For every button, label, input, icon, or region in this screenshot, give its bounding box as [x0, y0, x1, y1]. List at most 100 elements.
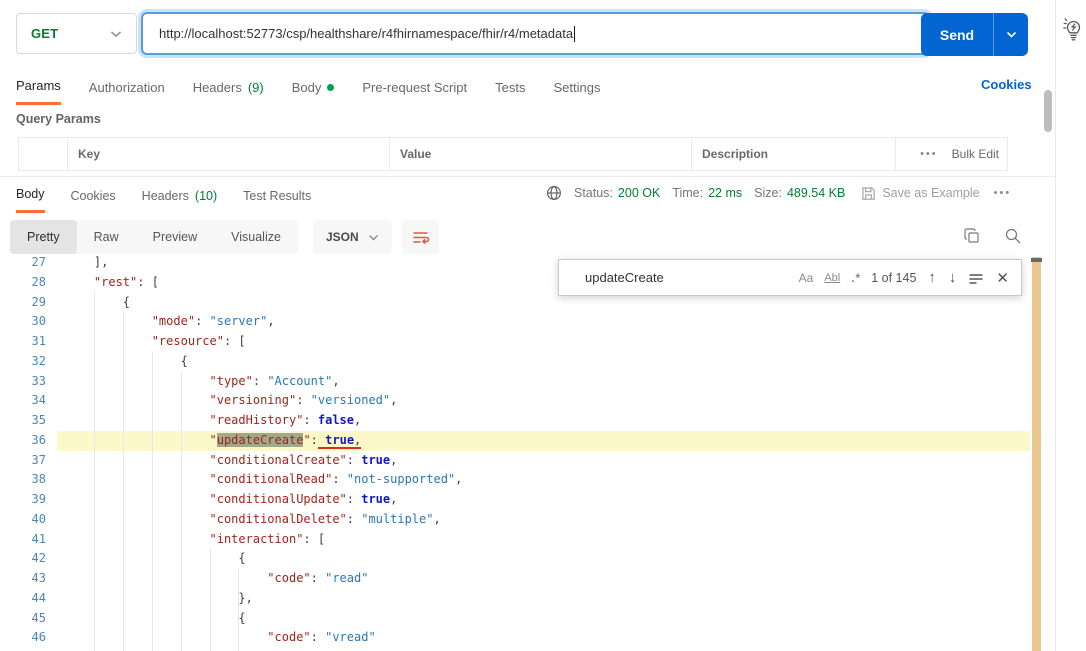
tab-settings[interactable]: Settings — [553, 72, 600, 105]
copy-response-button[interactable] — [963, 227, 981, 245]
response-headers-count-badge: (10) — [195, 189, 217, 203]
previous-match-arrow-icon[interactable]: ↑ — [928, 269, 936, 286]
close-icon[interactable]: ✕ — [996, 269, 1009, 287]
code-lines: 27 ],28 "rest": [29 {30 "mode": "server"… — [0, 255, 1030, 648]
text-caret — [574, 26, 575, 42]
response-more-options-icon[interactable]: ••• — [994, 187, 1012, 199]
line-number: 29 — [0, 293, 57, 313]
line-number: 40 — [0, 510, 57, 530]
tab-body[interactable]: Body — [292, 72, 335, 105]
line-number: 46 — [0, 628, 57, 648]
editor-scroll-position[interactable] — [1031, 258, 1042, 262]
code-line: 42 { — [0, 549, 1030, 569]
view-tab-visualize[interactable]: Visualize — [214, 220, 298, 254]
time-value: 22 ms — [708, 186, 742, 200]
match-case-toggle[interactable]: Aa — [799, 271, 814, 285]
whole-word-toggle[interactable]: Abl — [824, 272, 840, 284]
app-window: GET http://localhost:52773/csp/healthsha… — [0, 0, 1086, 651]
right-panel-divider — [1055, 0, 1056, 651]
code-line: 39 "conditionalUpdate": true, — [0, 490, 1030, 510]
cookies-link[interactable]: Cookies — [981, 77, 1032, 92]
table-more-options-icon[interactable]: ••• — [920, 148, 938, 160]
regex-toggle[interactable]: .* — [851, 271, 861, 285]
request-tabs: Params Authorization Headers(9) Body Pre… — [16, 72, 600, 105]
view-tab-raw[interactable]: Raw — [77, 220, 136, 254]
tab-headers[interactable]: Headers(9) — [193, 72, 264, 105]
method-select[interactable]: GET — [16, 13, 137, 54]
code-line: 40 "conditionalDelete": "multiple", — [0, 510, 1030, 530]
next-match-arrow-icon[interactable]: ↓ — [949, 269, 957, 286]
code-line: 37 "conditionalCreate": true, — [0, 451, 1030, 471]
table-actions: ••• Bulk Edit — [895, 138, 1007, 170]
line-number: 45 — [0, 609, 57, 629]
status-label: Status: — [574, 186, 613, 200]
time-label: Time: — [672, 186, 703, 200]
code-line: 31 "resource": [ — [0, 332, 1030, 352]
line-number: 32 — [0, 352, 57, 372]
send-button[interactable]: Send — [921, 13, 1028, 56]
response-tabs: Body Cookies Headers(10) Test Results — [16, 181, 311, 213]
line-number: 37 — [0, 451, 57, 471]
hints-lightbulb-icon[interactable] — [1061, 15, 1086, 43]
tab-tests[interactable]: Tests — [495, 72, 525, 105]
size-value: 489.54 KB — [787, 186, 845, 200]
line-number: 43 — [0, 569, 57, 589]
response-tab-body[interactable]: Body — [16, 181, 45, 213]
response-tab-headers[interactable]: Headers(10) — [142, 181, 217, 213]
query-params-table: Key Value Description ••• Bulk Edit — [18, 137, 1008, 171]
find-navigation: ↑ ↓ ✕ — [928, 269, 1009, 287]
bulk-edit-button[interactable]: Bulk Edit — [952, 147, 999, 161]
tab-pre-request-script[interactable]: Pre-request Script — [362, 72, 467, 105]
code-line: 46 "code": "vread" — [0, 628, 1030, 648]
line-number: 39 — [0, 490, 57, 510]
url-text: http://localhost:52773/csp/healthshare/r… — [159, 26, 573, 41]
overview-ruler[interactable] — [1032, 257, 1041, 651]
response-view-switcher: Pretty Raw Preview Visualize — [10, 220, 298, 254]
find-widget: updateCreate Aa Abl .* 1 of 145 ↑ ↓ ✕ — [558, 259, 1022, 296]
line-number: 30 — [0, 312, 57, 332]
code-line: 33 "type": "Account", — [0, 372, 1030, 392]
response-body-editor: 27 ],28 "rest": [29 {30 "mode": "server"… — [0, 255, 1044, 651]
line-number: 36 — [0, 431, 57, 451]
response-tab-cookies[interactable]: Cookies — [71, 181, 116, 213]
send-button-label[interactable]: Send — [921, 13, 994, 56]
headers-count-badge: (9) — [248, 80, 264, 95]
search-icon — [1004, 227, 1022, 245]
line-number: 42 — [0, 549, 57, 569]
tab-params[interactable]: Params — [16, 72, 61, 105]
find-results-count: 1 of 145 — [871, 271, 916, 285]
chevron-down-icon — [110, 30, 122, 38]
line-number: 31 — [0, 332, 57, 352]
tab-authorization[interactable]: Authorization — [89, 72, 165, 105]
search-response-button[interactable] — [1004, 227, 1022, 245]
page-scrollbar-thumb[interactable] — [1044, 90, 1052, 132]
line-number: 38 — [0, 470, 57, 490]
status-value: 200 OK — [618, 186, 660, 200]
format-select[interactable]: JSON — [313, 220, 392, 254]
find-in-selection-icon[interactable] — [969, 272, 983, 284]
url-input[interactable]: http://localhost:52773/csp/healthshare/r… — [141, 12, 930, 55]
column-header-description: Description — [691, 138, 895, 170]
row-select-column[interactable] — [19, 138, 67, 170]
format-select-value: JSON — [326, 230, 359, 244]
copy-icon — [963, 227, 981, 245]
column-header-value: Value — [389, 138, 691, 170]
response-tab-test-results[interactable]: Test Results — [243, 181, 311, 213]
response-section-divider — [0, 176, 1055, 177]
chevron-down-icon — [368, 234, 379, 241]
line-number: 27 — [0, 255, 57, 273]
view-tab-pretty[interactable]: Pretty — [10, 220, 77, 254]
globe-icon[interactable] — [546, 185, 562, 201]
wrap-lines-button[interactable] — [402, 220, 439, 254]
response-meta: Status: 200 OK Time: 22 ms Size: 489.54 … — [546, 185, 1011, 201]
line-number: 28 — [0, 273, 57, 293]
line-number: 41 — [0, 530, 57, 550]
find-options: Aa Abl .* — [799, 271, 862, 285]
find-input[interactable]: updateCreate — [585, 270, 664, 285]
wrap-lines-icon — [412, 229, 430, 245]
save-as-example-button[interactable]: Save as Example — [861, 186, 979, 201]
line-number: 35 — [0, 411, 57, 431]
send-options-button[interactable] — [994, 13, 1028, 56]
view-tab-preview[interactable]: Preview — [136, 220, 214, 254]
code-line: 30 "mode": "server", — [0, 312, 1030, 332]
